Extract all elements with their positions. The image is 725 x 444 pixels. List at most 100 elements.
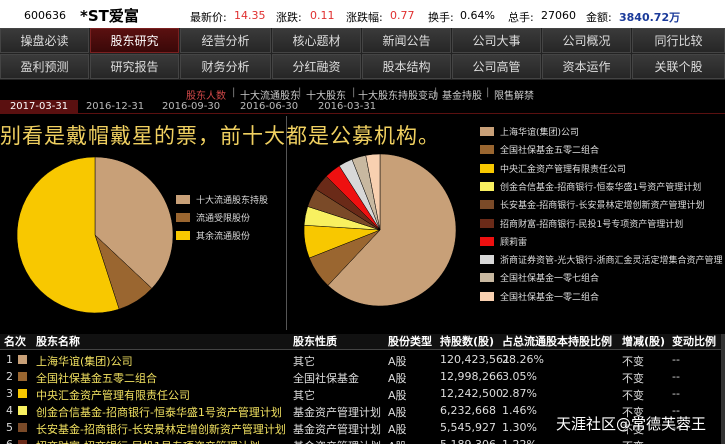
nav-tab-0[interactable]: 操盘必读 (0, 28, 89, 53)
sub-nav: 股东人数 | 十大流通股东 | 十大股东 | 十大股东持股变动 | 基金持股 |… (0, 84, 725, 102)
table-header-cell: 增减(股) (622, 335, 666, 348)
row-color-swatch (18, 423, 27, 432)
row-color-swatch (18, 406, 27, 415)
sublink-separator: | (434, 87, 438, 98)
date-tab-2016-09-30[interactable]: 2016-09-30 (152, 100, 230, 114)
table-cell-type: 其它 (293, 389, 315, 402)
table-cell-pct: 28.26% (502, 353, 544, 366)
right-pie-legend-item: 全国社保基金五零二组合 (480, 145, 599, 157)
row-color-swatch (18, 389, 27, 398)
table-cell-share: A股 (388, 406, 407, 419)
sublink-separator: | (352, 87, 356, 98)
table-cell-count: 6,232,668 (440, 404, 496, 417)
left-pie-chart (16, 156, 174, 314)
right-pie-legend-item: 浙商证券资管-光大银行-浙商汇金灵活定增集合资产管理 (480, 255, 723, 267)
nav-tab-4[interactable]: 新闻公告 (362, 28, 451, 53)
date-tab-2016-03-31[interactable]: 2016-03-31 (308, 100, 386, 114)
table-cell-type: 基金资产管理计划 (293, 438, 381, 444)
table-cell-name: 长安基金-招商银行-长安景林定增创新资产管理计划 (36, 423, 286, 436)
table-cell-rank: 1 (6, 353, 13, 366)
nav-tab-15[interactable]: 关联个股 (632, 54, 725, 79)
nav-tab-7[interactable]: 同行比较 (632, 28, 725, 53)
table-cell-pct: 1.30% (502, 421, 537, 434)
sublink-separator: | (486, 87, 490, 98)
table-scrollbar[interactable] (721, 334, 725, 444)
right-pie-legend-label: 招商财富-招商银行-民投1号专项资产管理计划 (500, 219, 684, 230)
table-header-cell: 名次 (4, 335, 26, 348)
table-header-cell: 变动比例 (672, 335, 716, 348)
nav-tab-11[interactable]: 分红融资 (272, 54, 361, 79)
overlay-comment: 别看是戴帽戴星的票，前十大都是公募机构。 (0, 124, 440, 148)
turnover-value: 0.64% (460, 9, 495, 22)
right-pie-chart (303, 153, 457, 307)
right-pie-legend-item: 长安基金-招商银行-长安景林定增创新资产管理计划 (480, 200, 705, 212)
table-cell-ratio: -- (672, 438, 680, 444)
table-header-cell: 股份类型 (388, 335, 432, 348)
table-cell-name: 招商财富-招商银行-民投1号专项资产管理计划 (36, 438, 260, 444)
volume-label: 总手: (508, 11, 534, 24)
right-pie-legend-label: 浙商证券资管-光大银行-浙商汇金灵活定增集合资产管理 (500, 256, 723, 267)
table-cell-share: A股 (388, 438, 407, 444)
table-cell-count: 120,423,561 (440, 353, 510, 366)
row-color-swatch (18, 440, 27, 444)
table-cell-count: 5,545,927 (440, 421, 496, 434)
left-pie-legend-swatch (176, 195, 190, 204)
left-pie-legend-item: 十大流通股东持股 (176, 195, 268, 207)
table-cell-type: 基金资产管理计划 (293, 423, 381, 436)
quote-bar: 600636 *ST爱富 最新价: 14.35 涨跌: 0.11 涨跌幅: 0.… (0, 0, 725, 28)
right-pie-legend-label: 创金合信基金-招商银行-恒泰华盛1号资产管理计划 (500, 182, 702, 193)
table-cell-pct: 2.87% (502, 387, 537, 400)
nav-tab-1[interactable]: 股东研究 (90, 28, 179, 53)
table-row[interactable]: 1 上海华谊(集团)公司 其它 A股 120,423,561 28.26% 不变 -- (0, 351, 725, 368)
nav-tab-3[interactable]: 核心题材 (272, 28, 361, 53)
table-cell-count: 5,189,306 (440, 438, 496, 444)
nav-tab-10[interactable]: 财务分析 (180, 54, 271, 79)
table-cell-chg: 不变 (622, 438, 644, 444)
table-cell-ratio: -- (672, 353, 680, 366)
table-cell-share: A股 (388, 389, 407, 402)
right-pie-legend-swatch (480, 181, 494, 191)
date-tab-2016-12-31[interactable]: 2016-12-31 (76, 100, 154, 114)
right-pie-legend-label: 长安基金-招商银行-长安景林定增创新资产管理计划 (500, 201, 705, 212)
sublink-separator: | (298, 87, 302, 98)
row-color-swatch (18, 372, 27, 381)
left-pie-legend-swatch (176, 213, 190, 222)
table-row[interactable]: 3 中央汇金资产管理有限责任公司 其它 A股 12,242,500 2.87% 不变 -- (0, 385, 725, 402)
date-tab-2017-03-31[interactable]: 2017-03-31 (0, 100, 78, 114)
table-cell-rank: 4 (6, 404, 13, 417)
table-cell-name: 中央汇金资产管理有限责任公司 (36, 389, 190, 402)
right-pie-legend-swatch (480, 163, 494, 173)
amount-label: 金额: (586, 11, 612, 24)
price-value: 14.35 (234, 9, 266, 22)
table-cell-type: 基金资产管理计划 (293, 406, 381, 419)
right-pie-legend-swatch (480, 273, 494, 283)
table-cell-pct: 3.05% (502, 370, 537, 383)
right-pie-legend-swatch (480, 145, 494, 155)
nav-tab-13[interactable]: 公司高管 (452, 54, 541, 79)
table-row[interactable]: 6 招商财富-招商银行-民投1号专项资产管理计划 基金资产管理计划 A股 5,189,3… (0, 436, 725, 444)
date-tabs: 2017-03-31 2016-12-31 2016-09-30 2016-06… (0, 100, 725, 114)
nav-tab-8[interactable]: 盈利预测 (0, 54, 89, 79)
left-pie-legend-label: 其余流通股份 (196, 232, 251, 242)
right-pie-legend-swatch (480, 236, 494, 246)
table-cell-share: A股 (388, 372, 407, 385)
table-header-cell: 股东性质 (293, 335, 337, 348)
table-row[interactable]: 2 全国社保基金五零二组合 全国社保基金 A股 12,998,266 3.05% 不变 -- (0, 368, 725, 385)
table-cell-pct: 1.22% (502, 438, 537, 444)
right-pie-legend-label: 顾莉雷 (500, 237, 528, 248)
nav-tab-5[interactable]: 公司大事 (452, 28, 541, 53)
nav-tab-14[interactable]: 资本运作 (542, 54, 631, 79)
change-value: 0.11 (310, 9, 335, 22)
date-tab-2016-06-30[interactable]: 2016-06-30 (230, 100, 308, 114)
turnover-label: 换手: (428, 11, 454, 24)
nav-tab-6[interactable]: 公司概况 (542, 28, 631, 53)
right-pie-legend-label: 上海华谊(集团)公司 (500, 128, 580, 138)
nav-tab-2[interactable]: 经营分析 (180, 28, 271, 53)
amount-value: 3840.72万 (619, 11, 681, 24)
row-color-swatch (18, 355, 27, 364)
change-pct-label: 涨跌幅: (346, 11, 383, 24)
nav-tab-9[interactable]: 研究报告 (90, 54, 179, 79)
nav-tab-12[interactable]: 股本结构 (362, 54, 451, 79)
table-cell-chg: 不变 (622, 389, 644, 402)
table-cell-ratio: -- (672, 387, 680, 400)
